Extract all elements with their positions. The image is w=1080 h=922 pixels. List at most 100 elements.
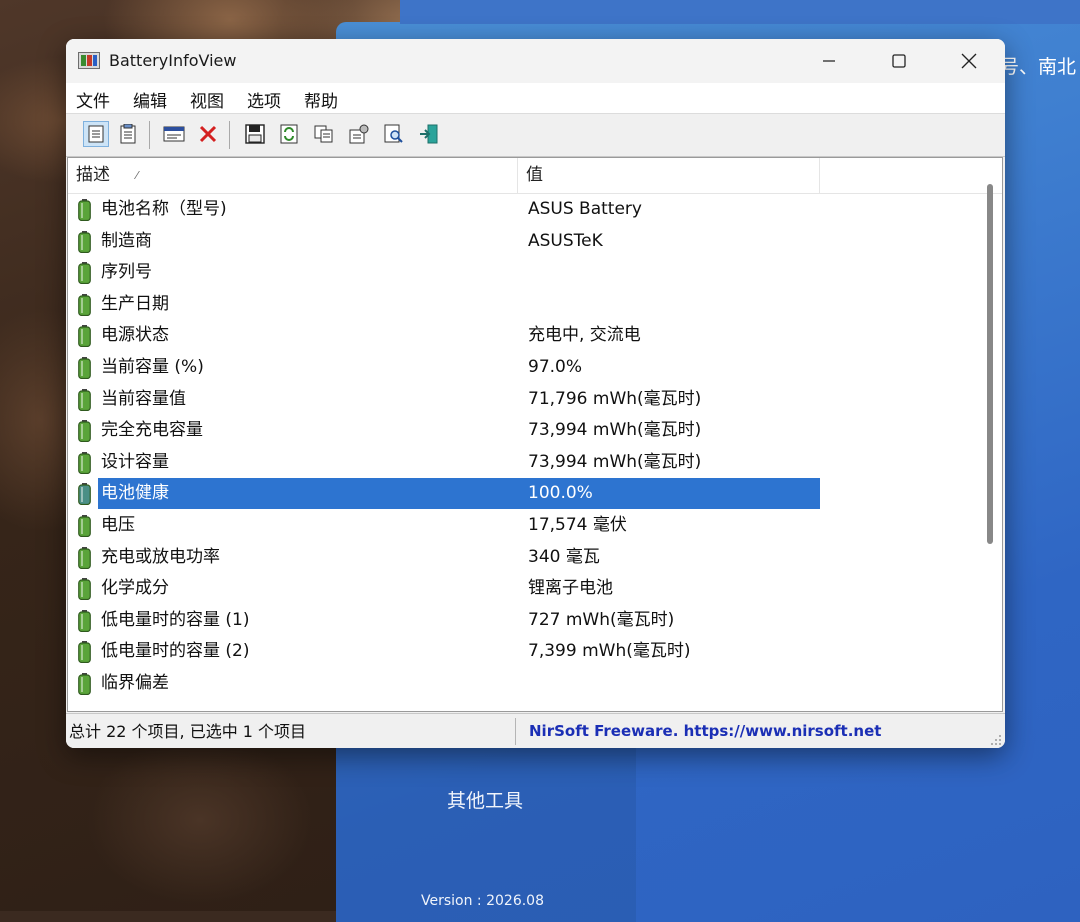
close-icon (961, 53, 977, 69)
table-row[interactable]: 电压 17,574 毫伏 (68, 510, 820, 541)
exit-icon (420, 124, 438, 144)
columns-icon (163, 126, 185, 142)
save-button[interactable] (242, 121, 268, 147)
battery-icon (78, 609, 91, 632)
battery-icon (78, 262, 91, 285)
delete-button[interactable] (195, 121, 221, 147)
toolbar-separator (229, 121, 230, 149)
status-bar: 总计 22 个项目, 已选中 1 个项目 NirSoft Freeware. h… (66, 713, 1005, 748)
row-value: 97.0% (528, 357, 583, 377)
save-icon (245, 124, 265, 144)
sort-ascending-icon: ⁄ (136, 169, 138, 182)
row-value: ASUSTeK (528, 230, 603, 251)
html-report-button[interactable] (115, 121, 141, 147)
battery-icon (78, 357, 91, 379)
row-description: 设计容量 (101, 451, 169, 472)
menu-options[interactable]: 选项 (247, 87, 281, 112)
copy-icon (314, 125, 333, 143)
menu-bar: 文件 编辑 视图 选项 帮助 (66, 83, 1005, 113)
vertical-scrollbar[interactable] (987, 184, 993, 544)
row-description: 序列号 (101, 262, 152, 283)
copy-button[interactable] (311, 121, 337, 147)
battery-info-list[interactable]: 描述 ⁄ 值 电池名称（型号) ASUS Battery 制造商 ASUSTeK 序列号… (67, 157, 1003, 712)
battery-app-icon (78, 52, 100, 69)
properties-icon (88, 125, 104, 143)
battery-icon (78, 483, 91, 506)
row-description: 低电量时的容量 (2) (101, 641, 250, 662)
delete-icon (199, 125, 217, 143)
table-row[interactable]: 充电或放电功率 340 毫瓦 (68, 542, 820, 573)
table-row[interactable]: 电池健康 100.0% (68, 478, 820, 510)
row-value: 340 毫瓦 (528, 546, 600, 567)
background-app-panel (336, 722, 636, 922)
table-row[interactable]: 设计容量 73,994 mWh(毫瓦时) (68, 447, 820, 478)
table-row[interactable]: 化学成分 锂离子电池 (68, 573, 820, 604)
row-description: 生产日期 (101, 293, 169, 314)
menu-view[interactable]: 视图 (190, 87, 224, 112)
menu-edit[interactable]: 编辑 (133, 87, 167, 112)
properties-button[interactable] (83, 121, 109, 147)
exit-button[interactable] (416, 121, 442, 147)
battery-icon (78, 578, 91, 601)
table-row[interactable]: 当前容量 (%) 97.0% (68, 352, 820, 383)
battery-icon (78, 325, 91, 348)
column-header-description[interactable]: 描述 ⁄ (68, 158, 518, 193)
table-row[interactable]: 序列号 (68, 257, 820, 288)
menu-file[interactable]: 文件 (76, 87, 110, 112)
background-other-tools-link[interactable]: 其他工具 (447, 786, 523, 813)
background-version-label: Version : 2026.08 (421, 893, 544, 909)
row-description: 电池健康 (98, 478, 518, 510)
table-row[interactable]: 完全充电容量 73,994 mWh(毫瓦时) (68, 415, 820, 446)
column-header-row: 描述 ⁄ 值 (68, 158, 1002, 194)
nirsoft-link[interactable]: NirSoft Freeware. https://www.nirsoft.ne… (529, 714, 881, 748)
window-title: BatteryInfoView (109, 51, 237, 70)
options-icon (349, 124, 369, 144)
close-button[interactable] (934, 39, 1004, 83)
row-value: 锂离子电池 (528, 578, 613, 599)
row-description: 电源状态 (101, 325, 169, 346)
find-button[interactable] (381, 121, 407, 147)
row-value: 727 mWh(毫瓦时) (528, 609, 675, 630)
maximize-button[interactable] (864, 39, 934, 83)
battery-icon (78, 673, 91, 695)
menu-help[interactable]: 帮助 (304, 87, 338, 112)
table-row[interactable]: 低电量时的容量 (1) 727 mWh(毫瓦时) (68, 605, 820, 636)
row-value (518, 668, 820, 699)
row-value (518, 289, 820, 320)
table-row[interactable]: 电源状态 充电中, 交流电 (68, 320, 820, 351)
toolbar (66, 113, 1005, 157)
battery-icon (78, 388, 91, 411)
row-value (518, 257, 820, 288)
table-row[interactable]: 制造商 ASUSTeK (68, 226, 820, 257)
status-separator (515, 718, 516, 745)
resize-grip-icon[interactable] (990, 734, 1002, 746)
status-summary: 总计 22 个项目, 已选中 1 个项目 (69, 722, 307, 741)
row-value: 100.0% (518, 478, 820, 510)
background-app-text: 号、南北 (1000, 56, 1077, 78)
row-value: 充电中, 交流电 (528, 325, 641, 346)
row-value: 73,994 mWh(毫瓦时) (528, 420, 702, 441)
row-description: 制造商 (101, 230, 152, 251)
table-row[interactable]: 电池名称（型号) ASUS Battery (68, 194, 820, 225)
maximize-icon (892, 54, 906, 68)
refresh-button[interactable] (276, 121, 302, 147)
minimize-button[interactable] (794, 39, 864, 83)
battery-icon (78, 420, 91, 443)
battery-icon (78, 199, 91, 221)
options-button[interactable] (346, 121, 372, 147)
table-row[interactable]: 当前容量值 71,796 mWh(毫瓦时) (68, 384, 820, 415)
title-bar[interactable]: BatteryInfoView (66, 39, 1005, 83)
row-value: 73,994 mWh(毫瓦时) (528, 451, 702, 472)
column-header-description-label: 描述 (76, 165, 110, 185)
table-row[interactable]: 生产日期 (68, 289, 820, 320)
row-value: 71,796 mWh(毫瓦时) (528, 388, 702, 409)
table-row[interactable]: 低电量时的容量 (2) 7,399 mWh(毫瓦时) (68, 636, 820, 667)
table-row[interactable]: 临界偏差 (68, 668, 820, 699)
row-description: 充电或放电功率 (101, 546, 220, 567)
row-value: ASUS Battery (528, 199, 642, 219)
row-description: 临界偏差 (101, 673, 169, 693)
row-description: 完全充电容量 (101, 420, 203, 441)
background-app-band (400, 0, 1080, 24)
column-header-value[interactable]: 值 (518, 158, 820, 193)
columns-button[interactable] (161, 121, 187, 147)
